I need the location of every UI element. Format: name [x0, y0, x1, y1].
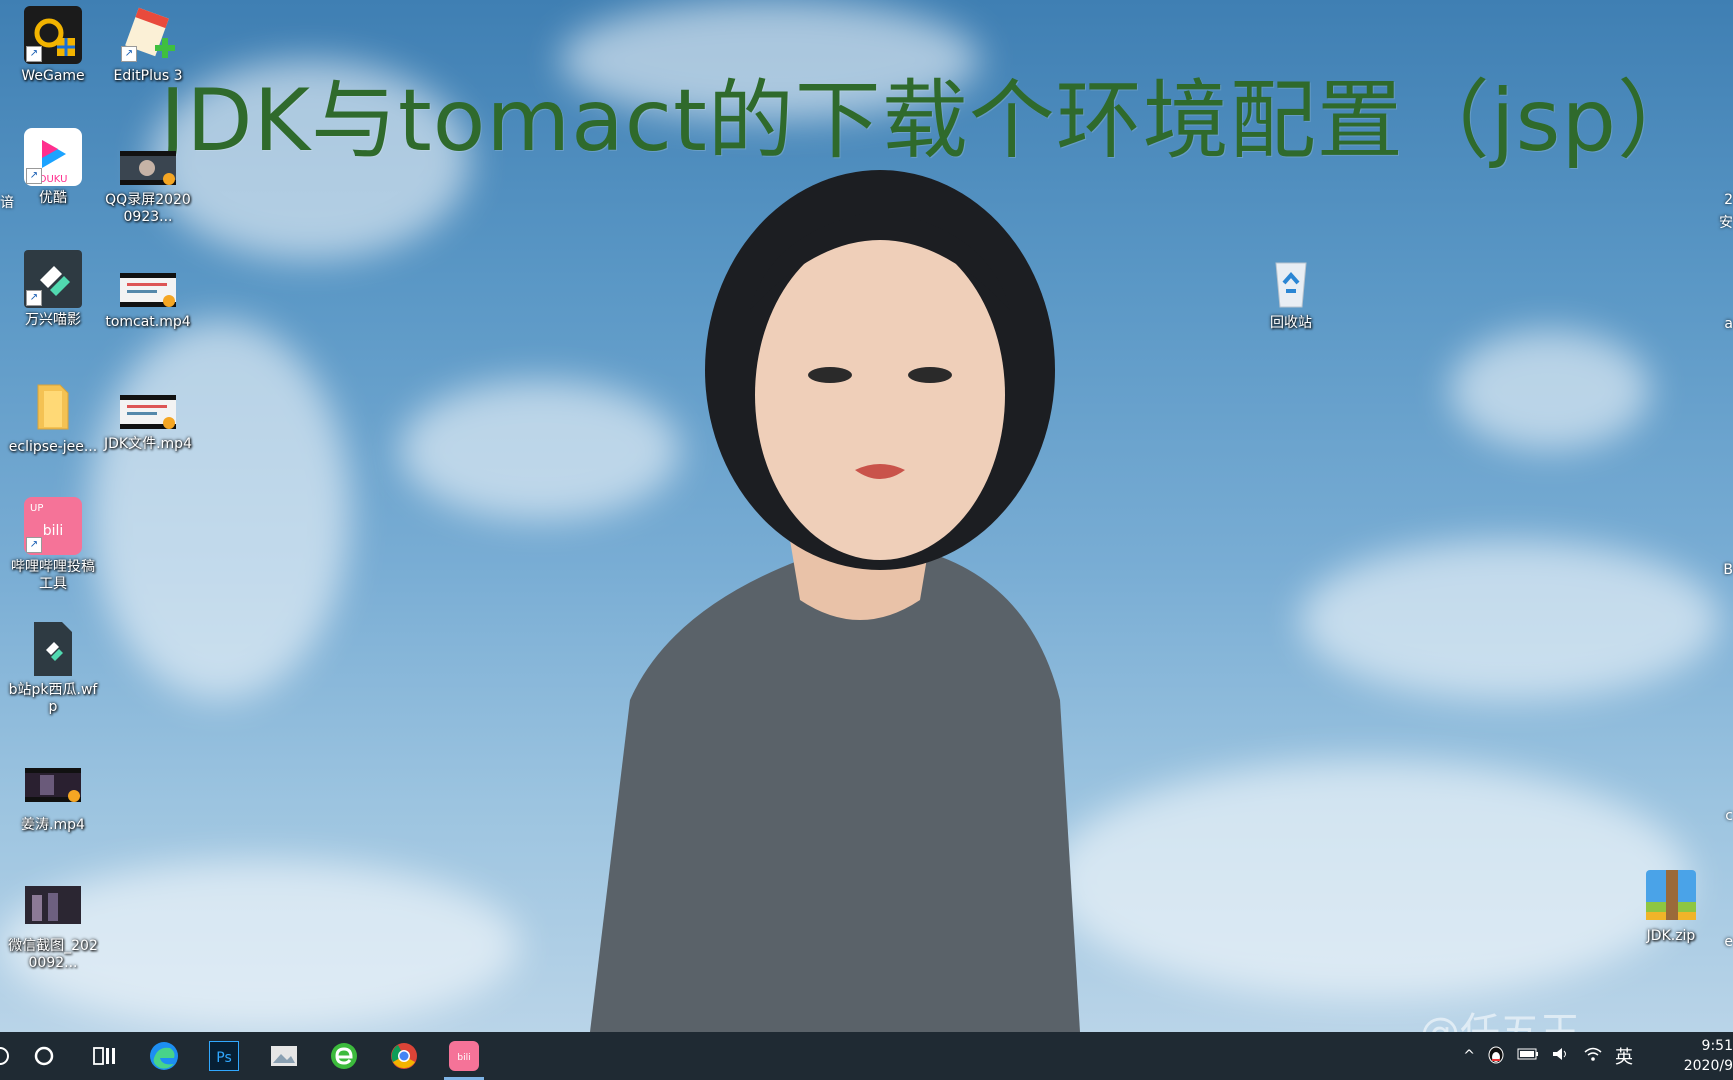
- cloud: [90, 320, 350, 700]
- shortcut-arrow-icon: ↗: [26, 168, 42, 184]
- svg-text:UP: UP: [30, 503, 43, 514]
- desktop-icon-tomcat-mp4[interactable]: tomcat.mp4: [102, 270, 194, 331]
- wifi-icon[interactable]: [1583, 1046, 1603, 1066]
- desktop-icon-editplus[interactable]: ↗ EditPlus 3: [102, 6, 194, 85]
- bilibili-icon: bili: [449, 1041, 479, 1071]
- edge-label-fragment: 谙: [0, 195, 14, 211]
- desktop-icon-qq-recording[interactable]: QQ录屏20200923...: [102, 148, 194, 226]
- search-circle-partial-icon[interactable]: [0, 1032, 14, 1080]
- desktop-icon-jdk-mp4[interactable]: JDK文件.mp4: [102, 392, 194, 453]
- folder-icon: [37, 384, 69, 430]
- icon-label: 回收站: [1270, 315, 1312, 331]
- icon-label: 优酷: [39, 190, 67, 206]
- taskbar-app-ie-browser[interactable]: [314, 1032, 374, 1080]
- shortcut-arrow-icon: ↗: [26, 290, 42, 306]
- icon-label: EditPlus 3: [113, 68, 183, 84]
- chrome-icon: [391, 1043, 417, 1069]
- desktop-background: JDK与tomact的下载个环境配置（jsp） ↗ WeGame OUKU ↗ …: [0, 0, 1733, 1032]
- svg-text:bili: bili: [457, 1053, 470, 1063]
- photoshop-icon: Ps: [209, 1041, 239, 1071]
- taskbar-app-photos[interactable]: [254, 1032, 314, 1080]
- wallpaper-portrait: [590, 170, 1080, 1032]
- image-file-icon: [25, 886, 81, 924]
- icon-label: 万兴喵影: [25, 312, 81, 328]
- image-viewer-icon: [271, 1046, 297, 1066]
- clock-date: 2020/9: [1683, 1058, 1733, 1074]
- icon-label: WeGame: [21, 68, 85, 84]
- icon-label: tomcat.mp4: [105, 314, 191, 330]
- clock[interactable]: 9:51 2020/9: [1663, 1036, 1733, 1076]
- icon-label: JDK.zip: [1646, 928, 1696, 944]
- wfp-file-icon: [34, 622, 72, 676]
- taskbar-app-edge[interactable]: [134, 1032, 194, 1080]
- shortcut-arrow-icon: ↗: [26, 46, 42, 62]
- desktop-icon-wfp-file[interactable]: b站pk西瓜.wfp: [7, 620, 99, 716]
- cortana-button[interactable]: [14, 1032, 74, 1080]
- ime-language-indicator[interactable]: 英: [1615, 1043, 1633, 1069]
- shortcut-arrow-icon: ↗: [121, 46, 137, 62]
- desktop-icon-wechat-screenshot[interactable]: 微信截图_2020092...: [7, 876, 99, 972]
- recycle-bin-icon: [1275, 262, 1307, 308]
- shortcut-arrow-icon: ↗: [26, 537, 42, 553]
- icon-label: JDK文件.mp4: [104, 436, 192, 452]
- svg-text:Ps: Ps: [216, 1050, 232, 1066]
- battery-icon[interactable]: [1517, 1047, 1539, 1065]
- icon-label: b站pk西瓜.wfp: [8, 682, 98, 715]
- svg-text:bili: bili: [43, 523, 64, 539]
- taskbar-app-photoshop[interactable]: Ps: [194, 1032, 254, 1080]
- video-file-icon: [25, 768, 81, 802]
- video-file-icon: [120, 151, 176, 185]
- zip-archive-icon: [1646, 870, 1696, 920]
- icon-label: QQ录屏20200923...: [105, 192, 191, 225]
- desktop-icon-youku[interactable]: OUKU ↗ 优酷: [7, 128, 99, 207]
- edge-label-fragment: a: [1724, 316, 1733, 332]
- desktop-icon-wegame[interactable]: ↗ WeGame: [7, 6, 99, 85]
- icon-label: 哔哩哔哩投稿工具: [11, 559, 95, 592]
- video-file-icon: [120, 273, 176, 307]
- edge-label-fragment: 2: [1724, 192, 1733, 208]
- edge-label-fragment: B: [1723, 562, 1733, 578]
- cloud: [1300, 540, 1720, 700]
- cortana-icon: [34, 1046, 54, 1066]
- browser-e-icon: [331, 1043, 357, 1069]
- desktop-icon-eclipse-folder[interactable]: eclipse-jee...: [7, 377, 99, 456]
- qq-penguin-icon[interactable]: [1487, 1044, 1505, 1068]
- desktop-icon-bilibili-upload[interactable]: UP bili ↗ 哔哩哔哩投稿工具: [7, 497, 99, 593]
- desktop-icon-jiangtao-mp4[interactable]: 姜涛.mp4: [7, 755, 99, 834]
- edge-label-fragment: 安: [1719, 215, 1733, 231]
- edge-label-fragment: e: [1724, 934, 1733, 950]
- task-view-button[interactable]: [74, 1032, 134, 1080]
- svg-text:OUKU: OUKU: [39, 174, 68, 185]
- taskbar: Ps bili ^ 英 9:51 2020/9: [0, 1032, 1733, 1080]
- video-title-overlay: JDK与tomact的下载个环境配置（jsp）: [160, 71, 1705, 171]
- clock-time: 9:51: [1701, 1038, 1733, 1054]
- edge-label-fragment: c: [1725, 808, 1733, 824]
- video-file-icon: [120, 395, 176, 429]
- show-hidden-icons-chevron-icon[interactable]: ^: [1463, 1048, 1475, 1064]
- desktop-icon-wondershare-filmora[interactable]: ↗ 万兴喵影: [7, 250, 99, 329]
- cloud: [1450, 330, 1650, 450]
- desktop-icon-jdk-zip[interactable]: JDK.zip: [1625, 866, 1717, 945]
- volume-icon[interactable]: [1551, 1046, 1571, 1066]
- task-view-icon: [93, 1047, 115, 1065]
- taskbar-app-bilibili[interactable]: bili: [434, 1032, 494, 1080]
- system-tray: ^ 英 9:51 2020/9: [1457, 1032, 1733, 1080]
- taskbar-app-chrome[interactable]: [374, 1032, 434, 1080]
- icon-label: 微信截图_2020092...: [8, 938, 98, 971]
- icon-label: eclipse-jee...: [8, 439, 98, 455]
- icon-label: 姜涛.mp4: [21, 817, 85, 833]
- edge-icon: [150, 1042, 178, 1070]
- desktop-icon-recycle-bin[interactable]: 回收站: [1245, 253, 1337, 332]
